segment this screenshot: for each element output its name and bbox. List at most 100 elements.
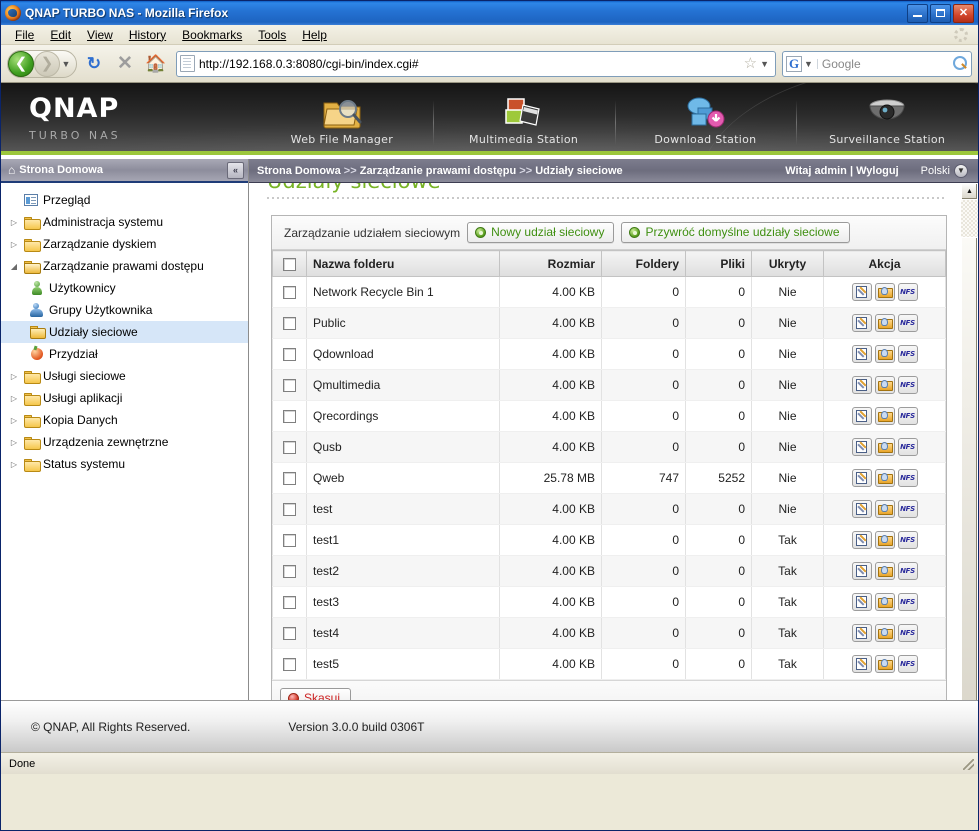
app-web-file-manager[interactable]: Web File Manager (251, 94, 433, 151)
nfs-icon[interactable]: NFS (897, 531, 918, 549)
tree-twisty-expanded[interactable]: ◢ (7, 262, 21, 271)
permissions-icon[interactable] (874, 283, 895, 301)
nfs-icon[interactable]: NFS (897, 469, 918, 487)
reload-button[interactable]: ↻ (80, 50, 108, 78)
nfs-icon[interactable]: NFS (897, 438, 918, 456)
menu-edit[interactable]: Edit (42, 26, 79, 44)
sidebar-item-status-systemu[interactable]: ▷ Status systemu (1, 453, 248, 475)
vertical-scroll-thumb[interactable] (961, 237, 978, 734)
row-checkbox[interactable] (283, 658, 296, 672)
url-input[interactable]: http://192.168.0.3:8080/cgi-bin/index.cg… (199, 57, 741, 71)
row-checkbox[interactable] (283, 379, 296, 393)
sidebar-item-kopia-danych[interactable]: ▷ Kopia Danych (1, 409, 248, 431)
row-checkbox[interactable] (283, 503, 296, 517)
edit-icon[interactable] (851, 655, 872, 673)
menu-file[interactable]: File (7, 26, 42, 44)
back-button[interactable]: ❮ (8, 50, 34, 77)
edit-icon[interactable] (851, 345, 872, 363)
row-checkbox[interactable] (283, 410, 296, 424)
sidebar-item-przydzial[interactable]: Przydział (1, 343, 248, 365)
language-selector[interactable]: Polski ▼ (921, 163, 968, 178)
chevron-down-icon[interactable]: ▼ (60, 59, 72, 69)
nfs-icon[interactable]: NFS (897, 376, 918, 394)
edit-icon[interactable] (851, 500, 872, 518)
nfs-icon[interactable]: NFS (897, 655, 918, 673)
menu-help[interactable]: Help (294, 26, 335, 44)
breadcrumb-item-home[interactable]: Strona Domowa (257, 165, 341, 177)
tree-twisty[interactable]: ▷ (7, 394, 21, 403)
permissions-icon[interactable] (874, 624, 895, 642)
table-row[interactable]: Network Recycle Bin 1 4.00 KB 0 0 Nie NFS (272, 276, 946, 308)
new-share-button[interactable]: Nowy udział sieciowy (467, 222, 615, 243)
row-checkbox[interactable] (283, 627, 296, 641)
sidebar-item-udzialy-sieciowe[interactable]: Udziały sieciowe (1, 321, 248, 343)
table-row[interactable]: Qweb 25.78 MB 747 5252 Nie NFS (272, 462, 946, 494)
tree-twisty[interactable]: ▷ (7, 372, 21, 381)
permissions-icon[interactable] (874, 593, 895, 611)
app-multimedia-station[interactable]: Multimedia Station (432, 94, 615, 151)
menu-tools[interactable]: Tools (250, 26, 294, 44)
table-row[interactable]: Public 4.00 KB 0 0 Nie NFS (272, 307, 946, 339)
nfs-icon[interactable]: NFS (897, 407, 918, 425)
close-button[interactable]: ✕ (953, 3, 974, 23)
search-input[interactable]: Google (822, 57, 953, 71)
permissions-icon[interactable] (874, 407, 895, 425)
tree-twisty[interactable]: ▷ (7, 438, 21, 447)
permissions-icon[interactable] (874, 376, 895, 394)
tree-twisty[interactable]: ▷ (7, 460, 21, 469)
tree-twisty[interactable]: ▷ (7, 416, 21, 425)
permissions-icon[interactable] (874, 469, 895, 487)
chevron-down-icon[interactable]: ▼ (760, 59, 772, 69)
table-row[interactable]: test5 4.00 KB 0 0 Tak NFS (272, 648, 946, 680)
row-checkbox[interactable] (283, 596, 296, 610)
vertical-scrollbar[interactable]: ▲ ▼ (961, 183, 978, 735)
row-checkbox[interactable] (283, 472, 296, 486)
permissions-icon[interactable] (874, 314, 895, 332)
edit-icon[interactable] (851, 624, 872, 642)
app-surveillance-station[interactable]: Surveillance Station (796, 94, 978, 151)
sidebar-item-grupy-uzytkownika[interactable]: Grupy Użytkownika (1, 299, 248, 321)
menu-history[interactable]: History (121, 26, 174, 44)
permissions-icon[interactable] (874, 531, 895, 549)
minimize-button[interactable] (907, 3, 928, 23)
welcome-logout[interactable]: Witaj admin | Wyloguj (785, 165, 920, 177)
chevron-down-icon[interactable]: ▼ (802, 58, 818, 69)
breadcrumb-item-shares[interactable]: Udziały sieciowe (535, 165, 622, 177)
table-row[interactable]: Qrecordings 4.00 KB 0 0 Nie NFS (272, 400, 946, 432)
row-checkbox[interactable] (283, 534, 296, 548)
nfs-icon[interactable]: NFS (897, 283, 918, 301)
stop-button[interactable]: ✕ (111, 50, 139, 78)
tree-twisty[interactable]: ▷ (7, 240, 21, 249)
row-checkbox[interactable] (283, 348, 296, 362)
select-all-checkbox[interactable] (283, 257, 296, 271)
restore-defaults-button[interactable]: Przywróć domyślne udziały sieciowe (621, 222, 850, 243)
row-checkbox[interactable] (283, 286, 296, 300)
edit-icon[interactable] (851, 531, 872, 549)
chevron-down-icon[interactable]: ▼ (954, 163, 968, 178)
column-folders[interactable]: Foldery (601, 250, 686, 277)
row-checkbox[interactable] (283, 317, 296, 331)
permissions-icon[interactable] (874, 438, 895, 456)
edit-icon[interactable] (851, 438, 872, 456)
sidebar-item-urzadzenia-zewnetrzne[interactable]: ▷ Urządzenia zewnętrzne (1, 431, 248, 453)
url-bar[interactable]: http://192.168.0.3:8080/cgi-bin/index.cg… (176, 50, 776, 77)
table-row[interactable]: test3 4.00 KB 0 0 Tak NFS (272, 586, 946, 618)
permissions-icon[interactable] (874, 345, 895, 363)
permissions-icon[interactable] (874, 562, 895, 580)
column-name[interactable]: Nazwa folderu (306, 250, 500, 277)
nfs-icon[interactable]: NFS (897, 314, 918, 332)
search-icon[interactable] (953, 56, 968, 71)
search-bar[interactable]: G ▼ Google (782, 50, 972, 77)
table-row[interactable]: Qusb 4.00 KB 0 0 Nie NFS (272, 431, 946, 463)
breadcrumb-item-access[interactable]: Zarządzanie prawami dostępu (360, 165, 516, 177)
permissions-icon[interactable] (874, 500, 895, 518)
app-download-station[interactable]: Download Station (614, 94, 797, 151)
column-size[interactable]: Rozmiar (499, 250, 602, 277)
edit-icon[interactable] (851, 314, 872, 332)
table-row[interactable]: Qdownload 4.00 KB 0 0 Nie NFS (272, 338, 946, 370)
maximize-button[interactable] (930, 3, 951, 23)
permissions-icon[interactable] (874, 655, 895, 673)
edit-icon[interactable] (851, 469, 872, 487)
column-hidden[interactable]: Ukryty (751, 250, 824, 277)
forward-button[interactable]: ❯ (34, 50, 60, 77)
